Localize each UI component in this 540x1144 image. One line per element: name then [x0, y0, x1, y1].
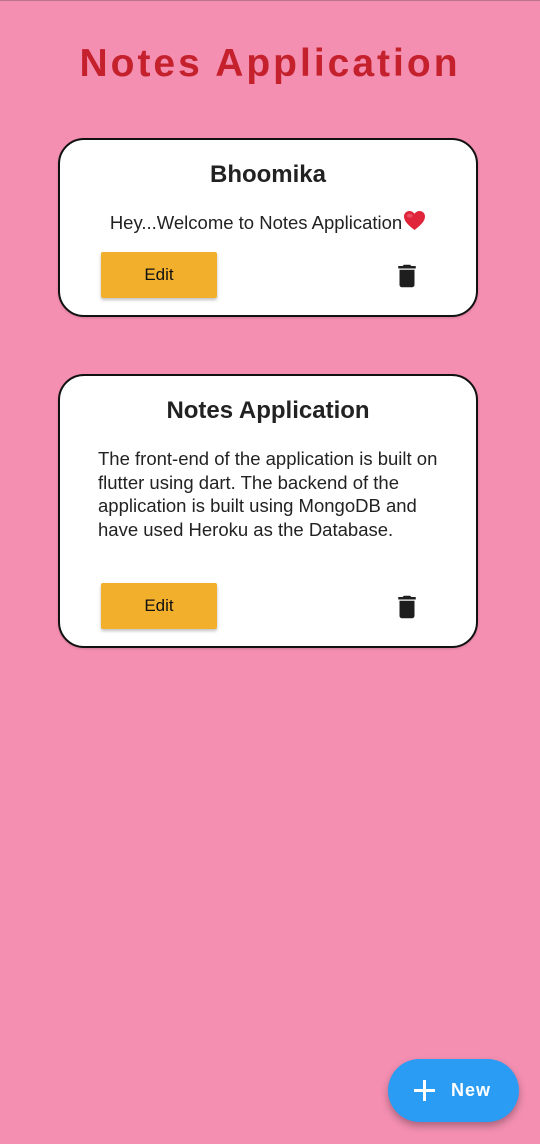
note-title: Bhoomika [209, 161, 326, 188]
trash-icon [392, 595, 422, 625]
heart-emoji-icon [403, 210, 426, 237]
new-note-label: New [451, 1080, 492, 1100]
note-body: Hey...Welcome to Notes Application [60, 210, 476, 237]
trash-icon [392, 264, 422, 294]
edit-button[interactable]: Edit [101, 252, 217, 298]
delete-button[interactable] [392, 261, 422, 291]
top-divider [0, 0, 540, 1]
note-card: Bhoomika Hey...Welcome to Notes Applicat… [58, 138, 478, 317]
note-body: The front-end of the application is buil… [98, 448, 438, 540]
note-body-text: Hey...Welcome to Notes Application [109, 212, 403, 233]
page-title: Notes Application [79, 42, 461, 85]
edit-button[interactable]: Edit [101, 583, 217, 629]
delete-button[interactable] [392, 592, 422, 622]
note-title: Notes Application [166, 397, 370, 424]
new-note-button[interactable]: New [388, 1059, 519, 1122]
note-card: Notes Application The front-end of the a… [58, 374, 478, 648]
plus-icon [414, 1080, 435, 1101]
